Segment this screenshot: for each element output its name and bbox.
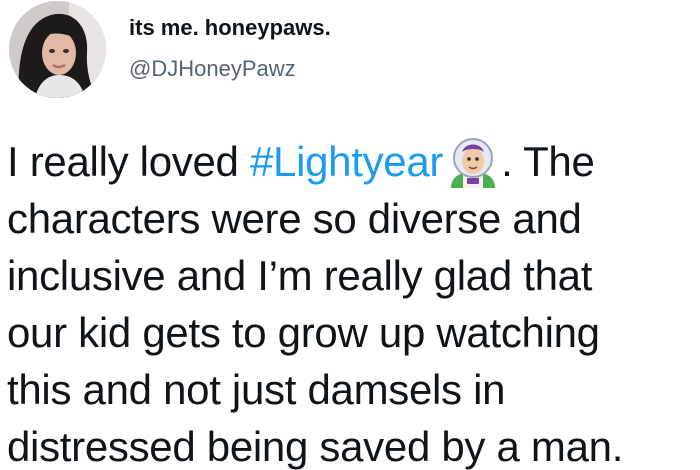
avatar[interactable] — [9, 1, 106, 98]
tweet-line-4: our kid gets to grow up watching — [7, 309, 600, 356]
hashtag-link[interactable]: #Lightyear — [250, 138, 443, 185]
tweet-line-2: characters were so diverse and — [7, 195, 582, 242]
author-display-name[interactable]: its me. honeypaws. — [129, 15, 331, 41]
avatar-photo-icon — [9, 1, 106, 98]
tweet-line-5: this and not just damsels in — [7, 366, 506, 413]
author-handle[interactable]: @DJHoneyPawz — [129, 56, 296, 82]
tweet-card: its me. honeypaws. @DJHoneyPawz I really… — [0, 0, 700, 470]
tweet-line-6: distressed being saved by a man. — [7, 423, 624, 470]
tweet-text: I really loved #Lightyear . The characte… — [7, 133, 697, 470]
tweet-line-1-end: . The — [501, 138, 595, 185]
tweet-line-1-text: I really loved — [7, 138, 250, 185]
buzz-lightyear-emoji-icon — [445, 136, 501, 188]
tweet-line-1: I really loved #Lightyear . The — [7, 133, 697, 190]
tweet-line-3: inclusive and I’m really glad that — [7, 252, 593, 299]
